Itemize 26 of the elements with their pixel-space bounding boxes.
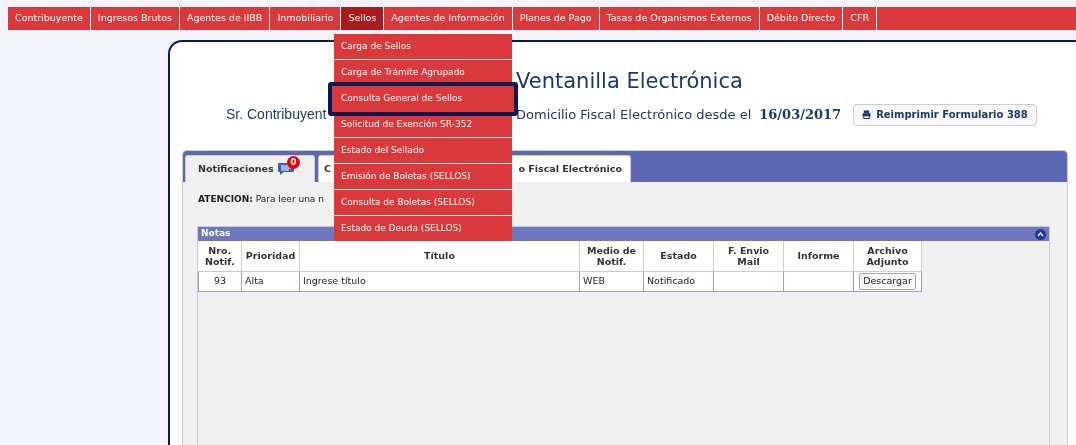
column-header: Nro. Notif. — [198, 241, 242, 271]
column-header: Medio de Notif. — [579, 241, 644, 271]
column-header: Informe — [783, 241, 854, 271]
notification-badge: 0 — [287, 156, 300, 169]
menu-tab[interactable]: Sellos — [341, 7, 385, 30]
table-cell: WEB — [583, 274, 605, 286]
column-header: Prioridad — [241, 241, 300, 271]
column-header: F. Envio Mail — [713, 241, 784, 271]
download-button[interactable]: Descargar — [859, 272, 916, 290]
printer-icon — [862, 110, 872, 119]
tab[interactable]: Notificaciones 0 — [185, 155, 315, 182]
page-title: Ventanilla Electrónica — [516, 68, 744, 95]
greeting-text: Sr. Contribuyent — [226, 105, 327, 124]
column-header: Estado — [643, 241, 714, 271]
date-text: 16/03/2017 — [759, 105, 842, 124]
domicile-text: Domicilio Fiscal Electrónico desde el — [516, 105, 752, 124]
notes-title: Notas — [201, 227, 231, 241]
collapse-icon[interactable] — [1035, 228, 1046, 240]
table-cell: Alta — [245, 274, 264, 286]
column-header: Archivo Adjunto — [853, 241, 922, 271]
reprint-button[interactable]: Reimprimir Formulario 388 — [853, 103, 1037, 126]
table-cell: Notificado — [647, 274, 696, 286]
dropdown-menu-item[interactable]: Consulta General de Sellos — [328, 82, 518, 116]
table-cell: Ingrese título — [303, 274, 366, 286]
notice-text: ATENCION: Para leer una n — [198, 193, 324, 206]
table-cell: 93 — [213, 274, 227, 286]
